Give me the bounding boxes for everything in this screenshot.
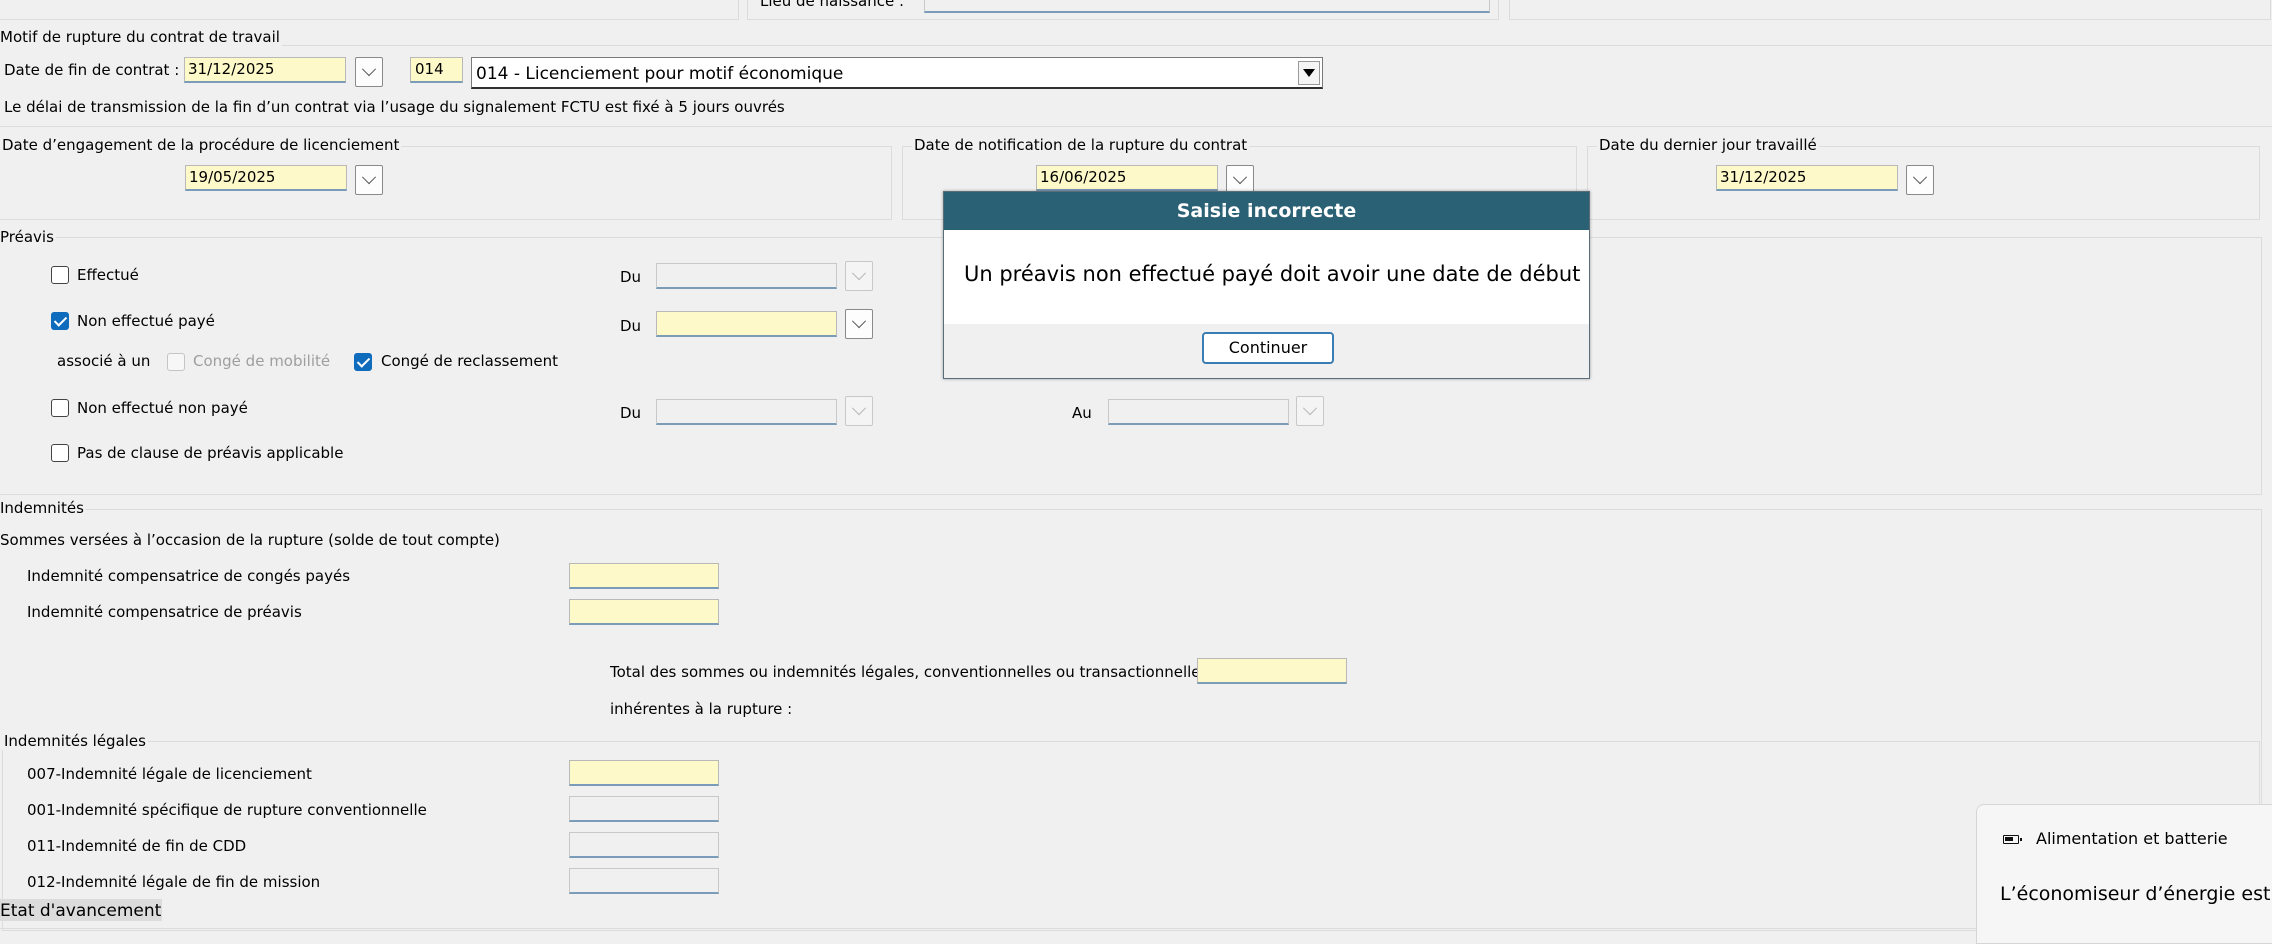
non-effectue-non-paye-du-input xyxy=(656,399,837,425)
dialog-footer: Continuer xyxy=(944,324,1589,378)
associe-label: associé à un xyxy=(57,352,151,370)
legal-indemnity-input xyxy=(569,832,719,858)
engagement-date-input[interactable]: 19/05/2025 xyxy=(185,165,347,191)
effectue-du-calendar-button xyxy=(845,261,873,291)
birthplace-label: Lieu de naissance : xyxy=(760,0,905,10)
non-effectue-paye-du-calendar-button[interactable] xyxy=(845,309,873,339)
non-effectue-non-paye-du-label: Du xyxy=(620,404,642,422)
preavis-group-label: Préavis xyxy=(0,228,56,246)
conge-reclassement-label: Congé de reclassement xyxy=(381,352,558,370)
birthplace-field[interactable] xyxy=(924,0,1490,13)
non-effectue-paye-label: Non effectué payé xyxy=(77,312,215,330)
indemnites-legales-label: Indemnités légales xyxy=(2,732,148,750)
motif-select[interactable]: 014 - Licenciement pour motif économique xyxy=(471,57,1323,89)
chevron-down-icon xyxy=(1912,170,1928,185)
dialog-message: Un préavis non effectué payé doit avoir … xyxy=(964,262,1581,286)
engagement-date-calendar-button[interactable] xyxy=(355,165,383,195)
non-effectue-non-paye-du-calendar-button xyxy=(845,396,873,426)
non-effectue-non-paye-au-calendar-button xyxy=(1296,396,1324,426)
error-dialog: Saisie incorrecte Un préavis non effectu… xyxy=(943,191,1590,379)
chevron-down-icon xyxy=(851,314,867,329)
conge-mobilite-checkbox xyxy=(167,353,185,371)
sommes-label: Sommes versées à l’occasion de la ruptur… xyxy=(0,531,500,549)
non-effectue-non-paye-label: Non effectué non payé xyxy=(77,399,248,417)
legal-indemnity-label: 007-Indemnité légale de licenciement xyxy=(27,765,312,783)
top-right-panel xyxy=(1509,0,2271,20)
legal-indemnity-label: 001-Indemnité spécifique de rupture conv… xyxy=(27,801,427,819)
effectue-du-input xyxy=(656,263,837,289)
indemnites-group-label: Indemnités xyxy=(0,499,86,517)
legal-indemnity-input xyxy=(569,796,719,822)
effectue-checkbox[interactable] xyxy=(51,266,69,284)
effectue-du-label: Du xyxy=(620,268,642,286)
preavis-indemnite-label: Indemnité compensatrice de préavis xyxy=(27,603,302,621)
chevron-down-icon xyxy=(361,62,377,77)
non-effectue-paye-du-label: Du xyxy=(620,317,642,335)
end-date-input[interactable]: 31/12/2025 xyxy=(184,57,346,83)
status-bar-text: Etat d'avancement xyxy=(0,901,162,921)
motif-select-value: 014 - Licenciement pour motif économique xyxy=(476,64,844,84)
dialog-title: Saisie incorrecte xyxy=(944,192,1589,230)
legal-indemnity-input[interactable] xyxy=(569,760,719,786)
legal-indemnity-input xyxy=(569,868,719,894)
conge-mobilite-label: Congé de mobilité xyxy=(193,352,331,370)
conges-payes-input[interactable] xyxy=(569,563,719,589)
power-notification[interactable]: Alimentation et batterie L’économiseur d… xyxy=(1976,804,2272,944)
chevron-down-icon xyxy=(851,266,867,281)
engagement-date-label: Date d’engagement de la procédure de lic… xyxy=(0,136,402,154)
continue-button[interactable]: Continuer xyxy=(1202,332,1334,364)
chevron-down-icon xyxy=(1302,401,1318,416)
legal-indemnity-label: 012-Indemnité légale de fin de mission xyxy=(27,873,321,891)
effectue-label: Effectué xyxy=(77,266,139,284)
notification-message: L’économiseur d’énergie est a xyxy=(2000,883,2272,905)
motif-code-input[interactable]: 014 xyxy=(410,57,463,83)
dropdown-arrow-icon[interactable] xyxy=(1298,61,1320,85)
fctu-info-text: Le délai de transmission de la fin d’un … xyxy=(4,98,785,116)
total-label-line1: Total des sommes ou indemnités légales, … xyxy=(610,663,1209,681)
non-effectue-non-paye-checkbox[interactable] xyxy=(51,399,69,417)
battery-icon xyxy=(2003,835,2022,844)
last-day-date-label: Date du dernier jour travaillé xyxy=(1597,136,1819,154)
last-day-date-calendar-button[interactable] xyxy=(1906,165,1934,195)
conge-reclassement-checkbox[interactable] xyxy=(354,353,372,371)
chevron-down-icon xyxy=(361,170,377,185)
total-label-line2: inhérentes à la rupture : xyxy=(610,700,793,718)
notification-title: Alimentation et batterie xyxy=(2036,829,2228,848)
last-day-date-input[interactable]: 31/12/2025 xyxy=(1716,165,1898,191)
chevron-down-icon xyxy=(851,401,867,416)
chevron-down-icon xyxy=(1232,170,1248,185)
notification-date-label: Date de notification de la rupture du co… xyxy=(912,136,1250,154)
non-effectue-paye-du-input[interactable] xyxy=(656,311,837,337)
non-effectue-non-paye-au-input xyxy=(1108,399,1289,425)
legal-indemnity-label: 011-Indemnité de fin de CDD xyxy=(27,837,247,855)
pas-clause-label: Pas de clause de préavis applicable xyxy=(77,444,344,462)
pas-clause-checkbox[interactable] xyxy=(51,444,69,462)
non-effectue-non-paye-au-label: Au xyxy=(1072,404,1092,422)
end-date-calendar-button[interactable] xyxy=(355,57,383,87)
rupture-group-label: Motif de rupture du contrat de travail xyxy=(0,28,282,46)
top-left-panel xyxy=(0,0,739,20)
total-input[interactable] xyxy=(1197,658,1347,684)
preavis-indemnite-input[interactable] xyxy=(569,599,719,625)
notification-date-input[interactable]: 16/06/2025 xyxy=(1036,165,1218,191)
conges-payes-label: Indemnité compensatrice de congés payés xyxy=(27,567,351,585)
indemnites-legales-group xyxy=(2,741,2260,931)
non-effectue-paye-checkbox[interactable] xyxy=(51,312,69,330)
engagement-date-group xyxy=(0,146,892,220)
end-date-label: Date de fin de contrat : xyxy=(4,61,180,79)
